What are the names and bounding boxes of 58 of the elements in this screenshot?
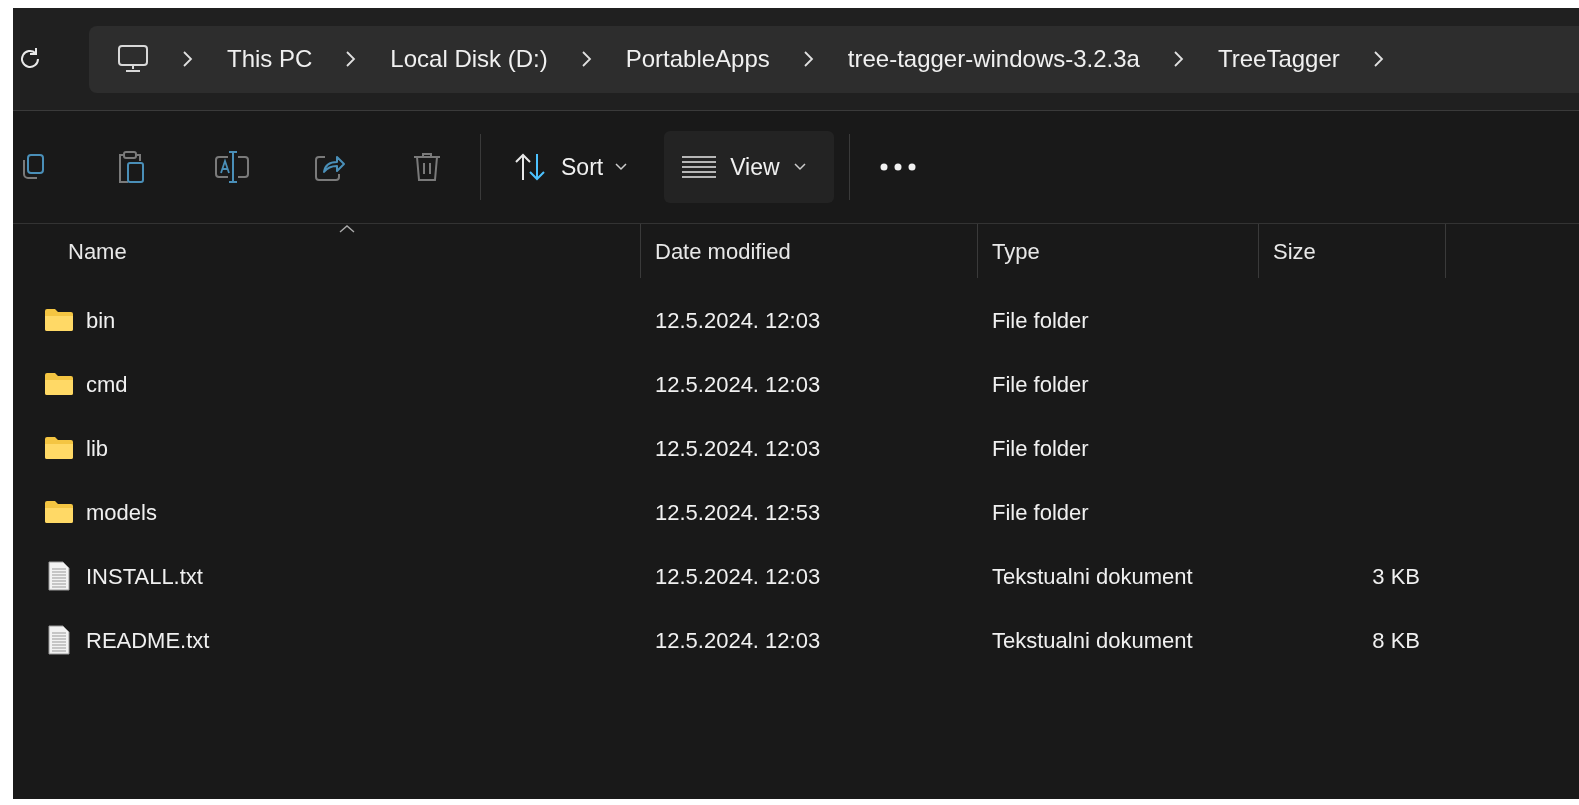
file-type: File folder <box>992 435 1089 461</box>
rename-icon[interactable] <box>214 150 250 184</box>
address-bar[interactable]: This PC Local Disk (D:) PortableApps tree-tagger-windows-3.2.3a TreeTagger <box>89 25 1579 93</box>
sort-button[interactable]: Sort <box>505 132 636 202</box>
column-header[interactable]: Type <box>992 234 1040 268</box>
folder-icon <box>44 436 74 460</box>
text-file-icon <box>47 625 71 655</box>
monitor-icon <box>117 44 149 74</box>
breadcrumb-item[interactable]: TreeTagger <box>1217 41 1340 77</box>
chevron-right-icon <box>579 49 592 69</box>
date-modified: 12.5.2024. 12:03 <box>655 435 821 461</box>
view-button[interactable]: View <box>664 131 835 203</box>
date-modified: 12.5.2024. 12:53 <box>655 499 821 525</box>
chevron-down-icon <box>615 163 628 171</box>
column-header[interactable]: Name <box>68 234 127 268</box>
breadcrumb-item[interactable]: Local Disk (D:) <box>390 41 548 77</box>
folder-icon <box>44 372 74 396</box>
chevron-right-icon <box>1171 49 1184 69</box>
more-options-icon[interactable] <box>880 163 917 171</box>
file-row[interactable]: lib 12.5.2024. 12:03 File folder <box>13 416 1579 480</box>
column-header[interactable]: Size <box>1273 234 1316 268</box>
chevron-right-icon <box>181 49 193 69</box>
file-type: File folder <box>992 371 1089 397</box>
date-modified: 12.5.2024. 12:03 <box>655 563 821 589</box>
file-row[interactable]: INSTALL.txt 12.5.2024. 12:03 Tekstualni dokument 3 KB <box>13 544 1579 608</box>
paste-icon[interactable] <box>116 150 146 184</box>
breadcrumb-item[interactable]: tree-tagger-windows-3.2.3a <box>847 41 1140 77</box>
file-row[interactable]: bin 12.5.2024. 12:03 File folder <box>13 288 1579 352</box>
date-modified: 12.5.2024. 12:03 <box>655 627 821 653</box>
file-size: 8 KB <box>1372 626 1420 655</box>
delete-icon[interactable] <box>412 151 442 183</box>
chevron-right-icon <box>801 49 814 69</box>
list-lines-icon <box>682 156 717 178</box>
file-row[interactable]: models 12.5.2024. 12:53 File folder <box>13 480 1579 544</box>
date-modified: 12.5.2024. 12:03 <box>655 371 821 397</box>
file-name: INSTALL.txt <box>86 562 203 591</box>
folder-icon <box>44 500 74 524</box>
file-name: models <box>86 498 157 527</box>
chevron-down-icon <box>793 163 806 171</box>
file-type: Tekstualni dokument <box>992 627 1193 653</box>
file-type: File folder <box>992 499 1089 525</box>
file-size: 3 KB <box>1372 562 1420 591</box>
date-modified: 12.5.2024. 12:03 <box>655 307 821 333</box>
breadcrumb-item[interactable]: PortableApps <box>625 41 770 77</box>
file-name: bin <box>86 306 116 335</box>
folder-icon <box>44 308 74 332</box>
text-file-icon <box>47 561 71 591</box>
file-type: Tekstualni dokument <box>992 563 1193 589</box>
column-header[interactable]: Date modified <box>655 234 791 268</box>
file-type: File folder <box>992 307 1089 333</box>
file-row[interactable]: README.txt 12.5.2024. 12:03 Tekstualni dokument 8 KB <box>13 608 1579 672</box>
file-name: lib <box>86 434 108 463</box>
breadcrumb-item[interactable]: This PC <box>227 41 313 77</box>
chevron-right-icon <box>1371 49 1384 69</box>
file-row[interactable]: cmd 12.5.2024. 12:03 File folder <box>13 352 1579 416</box>
file-name: cmd <box>86 370 128 399</box>
chevron-right-icon <box>344 49 357 69</box>
file-name: README.txt <box>86 626 210 655</box>
